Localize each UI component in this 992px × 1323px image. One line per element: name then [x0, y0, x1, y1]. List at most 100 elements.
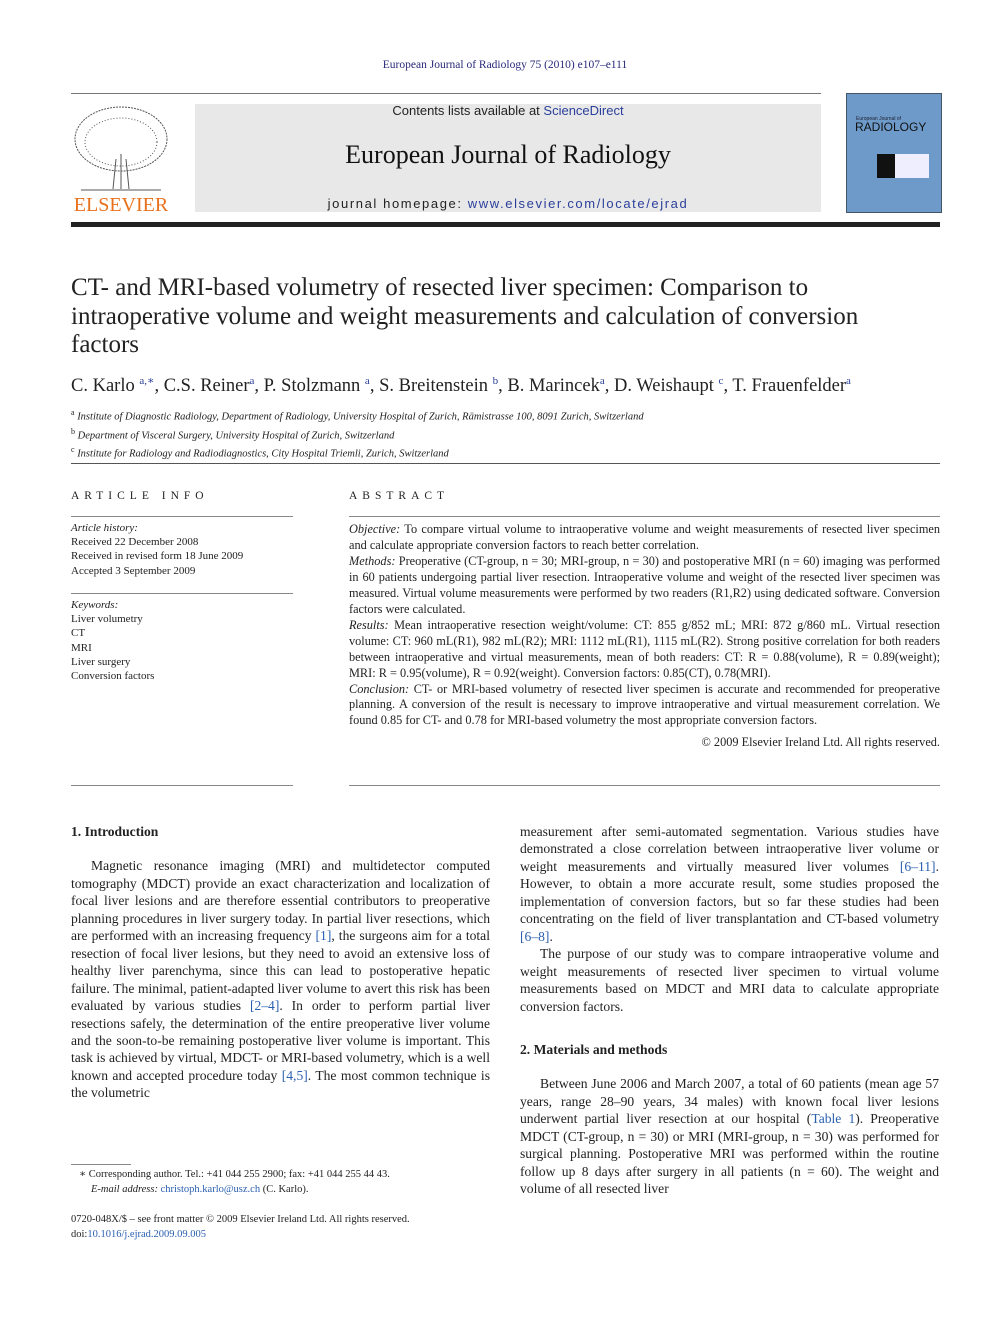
section-text: CT- or MRI-based volumetry of resected l…	[349, 681, 940, 728]
paragraph: measurement after semi-automated segment…	[520, 823, 939, 945]
author-affiliation-link[interactable]: a	[846, 375, 851, 387]
abstract-methods: Methods: Preoperative (CT-group, n = 30;…	[349, 554, 940, 618]
header-divider	[71, 222, 940, 227]
divider	[71, 93, 821, 94]
affiliation: c Institute for Radiology and Radiodiagn…	[71, 443, 644, 462]
journal-cover: European Journal of RADIOLOGY	[846, 93, 942, 213]
author-affiliation-link[interactable]: a	[250, 375, 255, 387]
contents-line: Contents lists available at ScienceDirec…	[195, 103, 821, 118]
author: C. Karlo a,∗	[71, 375, 154, 397]
cover-image	[877, 154, 895, 178]
history-label: Article history:	[71, 522, 138, 534]
author-name: C.S. Reiner	[163, 376, 250, 397]
article-history: Article history: Received 22 December 20…	[71, 521, 293, 578]
author-affiliation-link[interactable]: a	[365, 375, 370, 387]
homepage-link[interactable]: www.elsevier.com/locate/ejrad	[468, 196, 689, 211]
author: C.S. Reinera	[163, 375, 255, 397]
doi-label: doi:	[71, 1229, 88, 1240]
table-link[interactable]: Table 1	[811, 1111, 855, 1126]
body-column-left: 1. Introduction Magnetic resonance imagi…	[71, 823, 490, 1102]
author-list: C. Karlo a,∗, C.S. Reinera, P. Stolzmann…	[71, 375, 851, 397]
section-label: Methods:	[349, 553, 396, 568]
affiliation-marker: c	[71, 445, 75, 454]
author-affiliation-link[interactable]: a,∗	[139, 375, 154, 387]
article-info-heading: ARTICLE INFO	[71, 490, 209, 502]
citation-link[interactable]: [6–8]	[520, 929, 549, 944]
author-name: T. Frauenfelder	[732, 376, 847, 397]
affiliation-text: Institute of Diagnostic Radiology, Depar…	[77, 411, 644, 423]
author-affiliation-link[interactable]: b	[493, 375, 499, 387]
divider	[71, 463, 940, 464]
text: measurement after semi-automated segment…	[520, 824, 939, 874]
abstract-objective: Objective: To compare virtual volume to …	[349, 522, 940, 554]
author-name: B. Marincek	[507, 376, 600, 397]
divider	[71, 785, 293, 786]
footnote-marker: ∗	[79, 1169, 87, 1180]
article-title: CT- and MRI-based volumetry of resected …	[71, 274, 859, 358]
doi-link[interactable]: 10.1016/j.ejrad.2009.09.005	[87, 1229, 206, 1240]
author-name: C. Karlo	[71, 376, 135, 397]
cover-image	[895, 154, 929, 178]
abstract-conclusion: Conclusion: CT- or MRI-based volumetry o…	[349, 682, 940, 730]
section-label: Results:	[349, 617, 389, 632]
paragraph: Magnetic resonance imaging (MRI) and mul…	[71, 857, 490, 1101]
author-name: P. Stolzmann	[263, 376, 361, 397]
body-column-right: measurement after semi-automated segment…	[520, 823, 939, 1198]
citation-link[interactable]: [1]	[316, 928, 332, 943]
keyword: CT	[71, 627, 86, 640]
section-text: Mean intraoperative resection weight/vol…	[349, 617, 940, 680]
author-name: S. Breitenstein	[379, 376, 488, 397]
abstract-heading: ABSTRACT	[349, 490, 450, 502]
history-item: Accepted 3 September 2009	[71, 564, 196, 577]
text: .	[549, 928, 553, 944]
keywords: Keywords: Liver volumetry CT MRI Liver s…	[71, 598, 293, 683]
footnote: ∗ Corresponding author. Tel.: +41 044 25…	[71, 1168, 491, 1197]
section-label: Conclusion:	[349, 681, 410, 696]
affiliation: b Department of Visceral Surgery, Univer…	[71, 425, 644, 444]
author: D. Weishaupt c	[614, 375, 724, 397]
keyword: Liver volumetry	[71, 613, 143, 626]
author: S. Breitenstein b	[379, 375, 499, 397]
section-heading-introduction: 1. Introduction	[71, 824, 159, 839]
author: P. Stolzmann a	[263, 375, 370, 397]
history-item: Received in revised form 18 June 2009	[71, 550, 244, 563]
email-label: E-mail address:	[91, 1183, 158, 1195]
cover-title: RADIOLOGY	[855, 120, 927, 134]
svg-text:ELSEVIER: ELSEVIER	[74, 194, 169, 214]
abstract-results: Results: Mean intraoperative resection w…	[349, 618, 940, 682]
divider	[349, 785, 940, 786]
citation-link[interactable]: [6–11]	[900, 859, 936, 874]
author: T. Frauenfeldera	[732, 375, 851, 397]
author: B. Marinceka	[507, 375, 605, 397]
journal-title: European Journal of Radiology	[345, 140, 671, 169]
section-text: Preoperative (CT-group, n = 30; MRI-grou…	[349, 553, 940, 616]
journal-reference-link[interactable]: European Journal of Radiology 75 (2010) …	[0, 59, 992, 71]
divider	[71, 593, 293, 594]
author-name: D. Weishaupt	[614, 376, 714, 397]
homepage-prefix: journal homepage:	[327, 196, 468, 211]
keyword: Liver surgery	[71, 655, 131, 668]
citation-link[interactable]: [4,5]	[282, 1068, 308, 1083]
author-affiliation-link[interactable]: a	[600, 375, 605, 387]
elsevier-logo: ELSEVIER	[71, 104, 171, 216]
affiliation-text: Institute for Radiology and Radiodiagnos…	[77, 448, 449, 460]
section-heading-methods: 2. Materials and methods	[520, 1041, 668, 1057]
keyword: MRI	[71, 641, 92, 654]
sciencedirect-link[interactable]: ScienceDirect	[543, 103, 623, 118]
author-affiliation-link[interactable]: c	[719, 375, 724, 387]
affiliation-marker: b	[71, 426, 75, 436]
history-item: Received 22 December 2008	[71, 536, 199, 549]
footnote-divider	[71, 1164, 131, 1165]
paragraph: The purpose of our study was to compare …	[520, 946, 939, 1014]
affiliations: a Institute of Diagnostic Radiology, Dep…	[71, 406, 644, 462]
section-label: Objective:	[349, 522, 401, 536]
page-footer: 0720-048X/$ – see front matter © 2009 El…	[71, 1212, 491, 1242]
issn-line: 0720-048X/$ – see front matter © 2009 El…	[71, 1214, 410, 1225]
abstract-body: Objective: To compare virtual volume to …	[349, 522, 940, 751]
divider	[349, 516, 940, 517]
email-link[interactable]: christoph.karlo@usz.ch	[161, 1184, 260, 1195]
citation-link[interactable]: [2–4]	[250, 998, 279, 1013]
article-page: European Journal of Radiology 75 (2010) …	[0, 0, 992, 1323]
affiliation-text: Department of Visceral Surgery, Universi…	[77, 430, 395, 441]
keyword: Conversion factors	[71, 670, 155, 683]
